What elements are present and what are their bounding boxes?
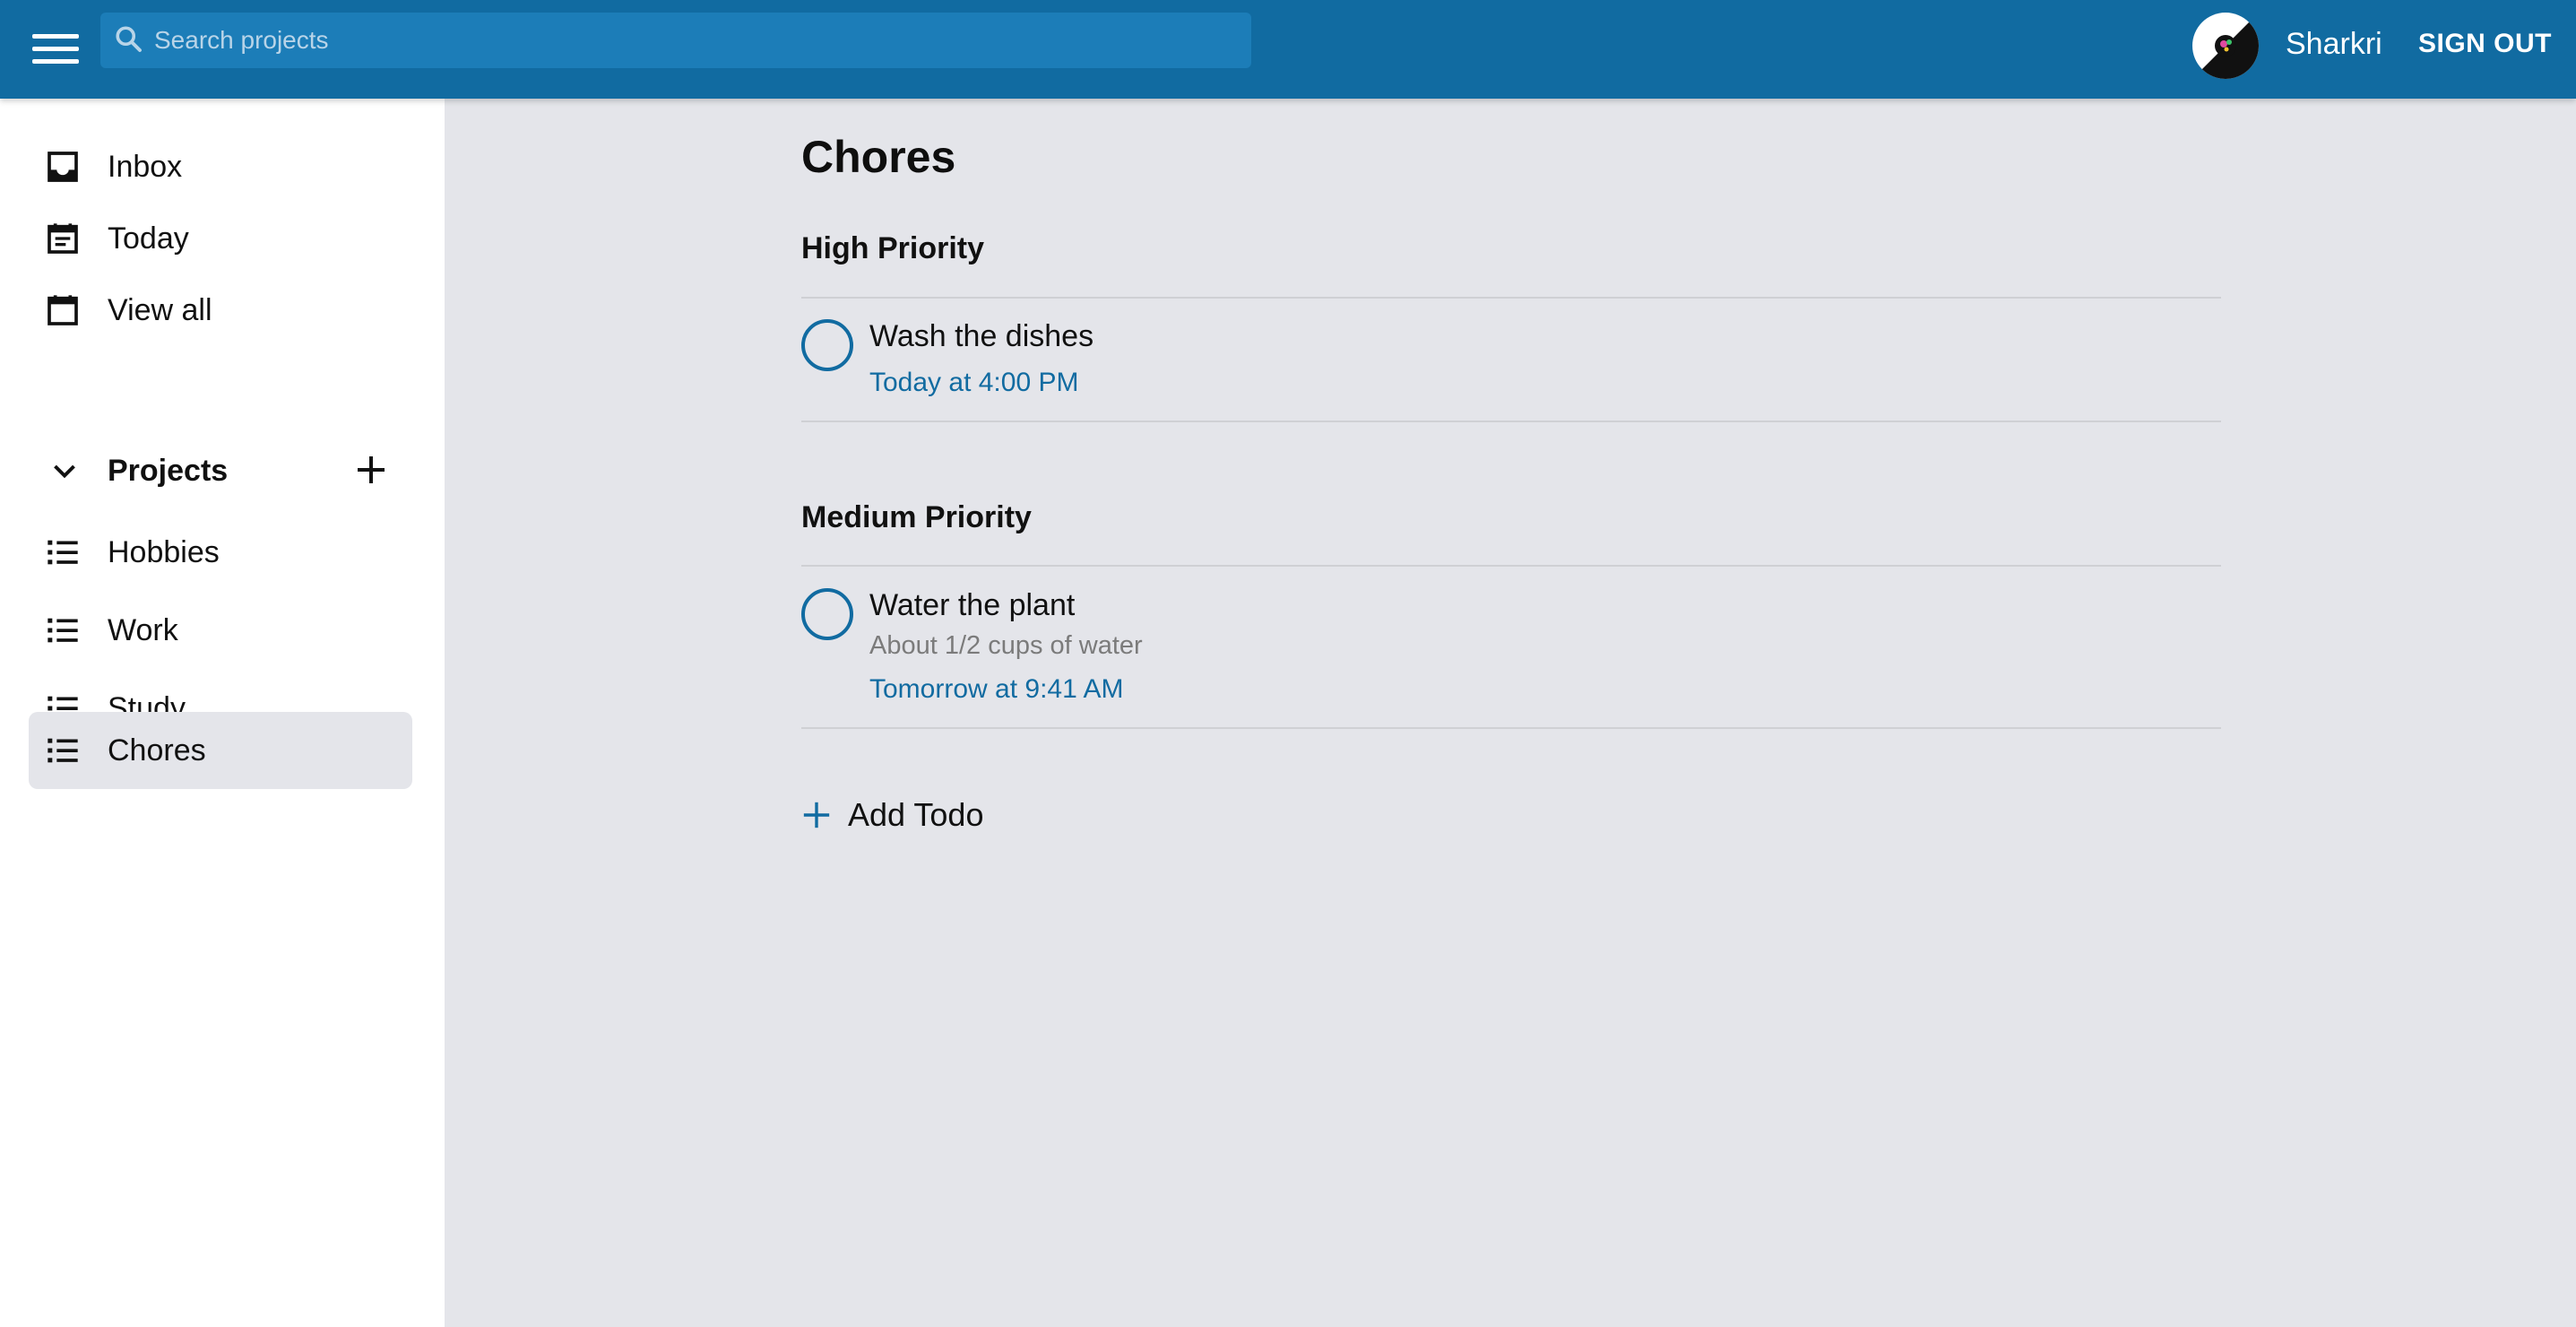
divider xyxy=(801,297,2221,299)
todo-complete-checkbox[interactable] xyxy=(801,319,853,371)
sidebar-item-label: Work xyxy=(108,612,178,647)
search-bar[interactable] xyxy=(100,13,1251,68)
sidebar-item-label: View all xyxy=(108,292,212,327)
list-icon xyxy=(48,738,78,763)
chevron-down-icon[interactable] xyxy=(48,455,81,488)
calendar-today-icon xyxy=(48,223,78,254)
top-app-bar: Sharkri SIGN OUT xyxy=(0,0,2576,99)
sidebar-item-label: Hobbies xyxy=(108,534,220,569)
sidebar-item-inbox[interactable]: Inbox xyxy=(29,131,412,203)
sidebar-item-today[interactable]: Today xyxy=(29,203,412,274)
sidebar-item-label: Chores xyxy=(108,733,206,768)
inbox-icon xyxy=(48,152,78,182)
search-icon xyxy=(116,26,142,52)
projects-header: Projects xyxy=(29,436,412,507)
todo-description: About 1/2 cups of water xyxy=(869,631,1143,660)
sidebar-item-label: Inbox xyxy=(108,149,183,184)
add-todo-button[interactable]: Add Todo xyxy=(801,791,1070,845)
todo-due-date: Today at 4:00 PM xyxy=(869,368,1079,397)
plus-icon xyxy=(803,802,830,828)
todo-title[interactable]: Wash the dishes xyxy=(869,319,1094,354)
todo-complete-checkbox[interactable] xyxy=(801,588,853,640)
divider xyxy=(801,565,2221,567)
menu-icon[interactable] xyxy=(32,23,82,74)
sidebar-item-hobbies[interactable]: Hobbies xyxy=(29,516,412,588)
add-todo-label: Add Todo xyxy=(848,796,984,833)
sign-out-button[interactable]: SIGN OUT xyxy=(2418,29,2552,59)
sidebar-item-view-all[interactable]: View all xyxy=(29,274,412,346)
list-icon xyxy=(48,540,78,565)
todo-title[interactable]: Water the plant xyxy=(869,588,1075,623)
avatar[interactable] xyxy=(2192,13,2259,79)
username: Sharkri xyxy=(2286,27,2382,61)
divider xyxy=(801,421,2221,422)
add-project-icon[interactable] xyxy=(353,452,389,488)
sidebar-item-label: Today xyxy=(108,221,189,256)
search-input[interactable] xyxy=(154,13,1239,68)
sidebar: Inbox Today View all Projects Hobbies Wo… xyxy=(0,99,445,1327)
avatar-image xyxy=(2192,13,2259,79)
sidebar-item-work[interactable]: Work xyxy=(29,594,412,666)
section-title-medium-priority: Medium Priority xyxy=(801,500,1032,534)
divider xyxy=(801,727,2221,729)
list-icon xyxy=(48,618,78,643)
calendar-month-icon xyxy=(48,295,78,325)
todo-due-date: Tomorrow at 9:41 AM xyxy=(869,674,1124,704)
sidebar-item-chores[interactable]: Chores xyxy=(29,712,412,789)
page-title: Chores xyxy=(801,132,956,182)
projects-label: Projects xyxy=(108,454,229,488)
section-title-high-priority: High Priority xyxy=(801,231,985,265)
